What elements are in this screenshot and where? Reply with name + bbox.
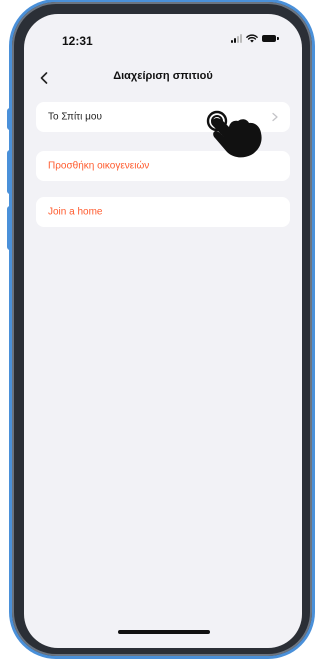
status-icons bbox=[231, 34, 279, 43]
home-item-label: Το Σπίτι μου bbox=[48, 111, 102, 123]
nav-header: Διαχείριση σπιτιού bbox=[24, 66, 302, 90]
page-title: Διαχείριση σπιτιού bbox=[113, 70, 213, 82]
join-home-label: Join a home bbox=[48, 206, 103, 218]
signal-icon bbox=[231, 34, 242, 43]
hand-pointer-icon bbox=[206, 110, 262, 158]
app-frame: 12:31 Διαχείριση σπιτιού Το Σπίτι μου Πρ… bbox=[0, 0, 316, 659]
wifi-icon bbox=[246, 34, 258, 43]
battery-icon bbox=[262, 35, 279, 42]
home-indicator bbox=[118, 630, 210, 634]
add-family-label: Προσθήκη οικογενειών bbox=[48, 160, 150, 172]
chevron-right-icon bbox=[272, 112, 278, 122]
join-home-button[interactable]: Join a home bbox=[36, 197, 290, 227]
status-time: 12:31 bbox=[62, 34, 93, 48]
status-bar: 12:31 bbox=[24, 14, 302, 54]
